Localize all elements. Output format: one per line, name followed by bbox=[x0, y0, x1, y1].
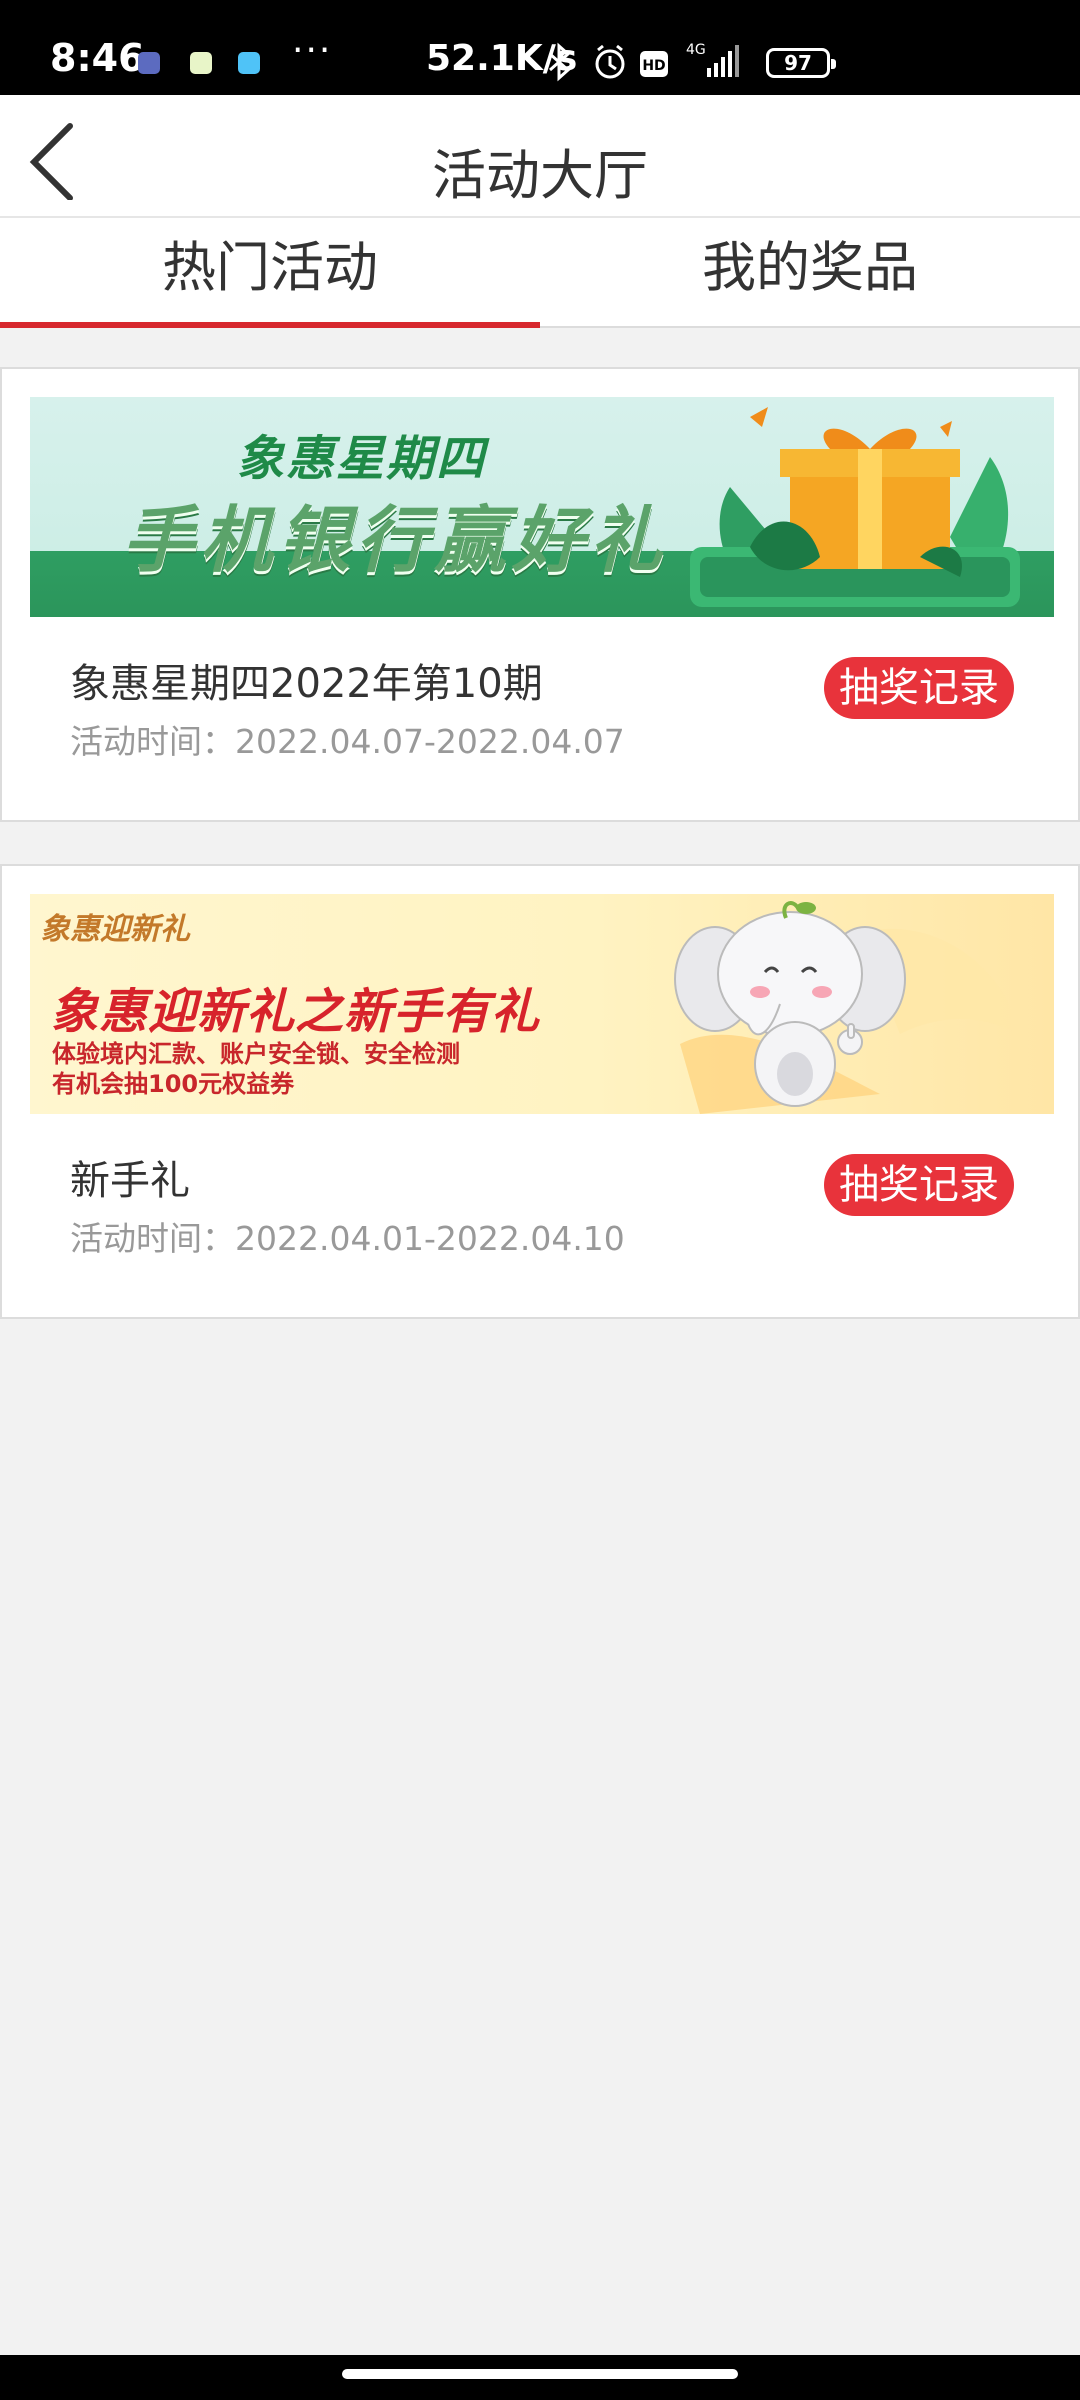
banner-slogan: 手机银行赢好礼 bbox=[122, 498, 669, 582]
activity-time-range: 2022.04.01-2022.04.10 bbox=[235, 1219, 625, 1258]
page-title: 活动大厅 bbox=[432, 144, 648, 207]
banner-subtext: 有机会抽100元权益券 bbox=[52, 1070, 295, 1098]
tab-bar: 热门活动 我的奖品 bbox=[0, 218, 1080, 328]
elephant-mascot-icon bbox=[674, 901, 1020, 1114]
activity-banner[interactable]: 象惠星期四 手机银行赢好礼 bbox=[30, 397, 1054, 617]
tab-my-prizes[interactable]: 我的奖品 bbox=[540, 218, 1080, 326]
app-header: 活动大厅 bbox=[0, 95, 1080, 218]
activity-time-range: 2022.04.07-2022.04.07 bbox=[235, 722, 625, 761]
notification-icon bbox=[238, 52, 260, 74]
tab-hot-activities[interactable]: 热门活动 bbox=[0, 218, 540, 328]
activity-time-label: 活动时间： bbox=[70, 722, 235, 761]
battery-icon: 97 bbox=[766, 48, 836, 78]
activity-title: 象惠星期四2022年第10期 bbox=[70, 661, 543, 707]
status-bar: 8:46 ··· 52.1K/s HD 4G 97 bbox=[0, 0, 1080, 95]
lottery-record-button[interactable]: 抽奖记录 bbox=[824, 657, 1014, 719]
gift-box-icon bbox=[690, 407, 1020, 607]
banner-slogan: 象惠迎新礼之新手有礼 bbox=[50, 984, 541, 1040]
notification-icon bbox=[190, 52, 212, 74]
notification-icon bbox=[138, 52, 160, 74]
activity-card[interactable]: 象惠星期四 手机银行赢好礼 象惠星期四2022年第10期 活动时间：2022.0… bbox=[0, 367, 1080, 822]
activity-time: 活动时间：2022.04.01-2022.04.10 bbox=[70, 1212, 625, 1260]
activity-banner[interactable]: 象惠迎新礼 象惠迎新礼之新手有礼 体验境内汇款、账户安全锁、安全检测 有机会抽1… bbox=[30, 894, 1054, 1114]
activity-card[interactable]: 象惠迎新礼 象惠迎新礼之新手有礼 体验境内汇款、账户安全锁、安全检测 有机会抽1… bbox=[0, 864, 1080, 1319]
activity-title: 新手礼 bbox=[70, 1158, 190, 1204]
hd-icon: HD bbox=[640, 51, 668, 77]
banner-logo: 象惠迎新礼 bbox=[40, 912, 190, 947]
activity-time: 活动时间：2022.04.07-2022.04.07 bbox=[70, 715, 625, 763]
lottery-record-button[interactable]: 抽奖记录 bbox=[824, 1154, 1014, 1216]
system-nav-bar bbox=[0, 2355, 1080, 2400]
bluetooth-icon bbox=[549, 42, 571, 82]
alarm-icon bbox=[595, 44, 625, 79]
home-indicator[interactable] bbox=[342, 2369, 738, 2379]
banner-headline: 象惠星期四 bbox=[236, 431, 487, 487]
signal-icon: 4G bbox=[686, 42, 739, 77]
svg-text:HD: HD bbox=[642, 58, 665, 74]
svg-text:4G: 4G bbox=[686, 42, 706, 58]
status-time: 8:46 bbox=[50, 36, 145, 80]
activity-time-label: 活动时间： bbox=[70, 1219, 235, 1258]
more-notifications-icon: ··· bbox=[292, 30, 333, 71]
